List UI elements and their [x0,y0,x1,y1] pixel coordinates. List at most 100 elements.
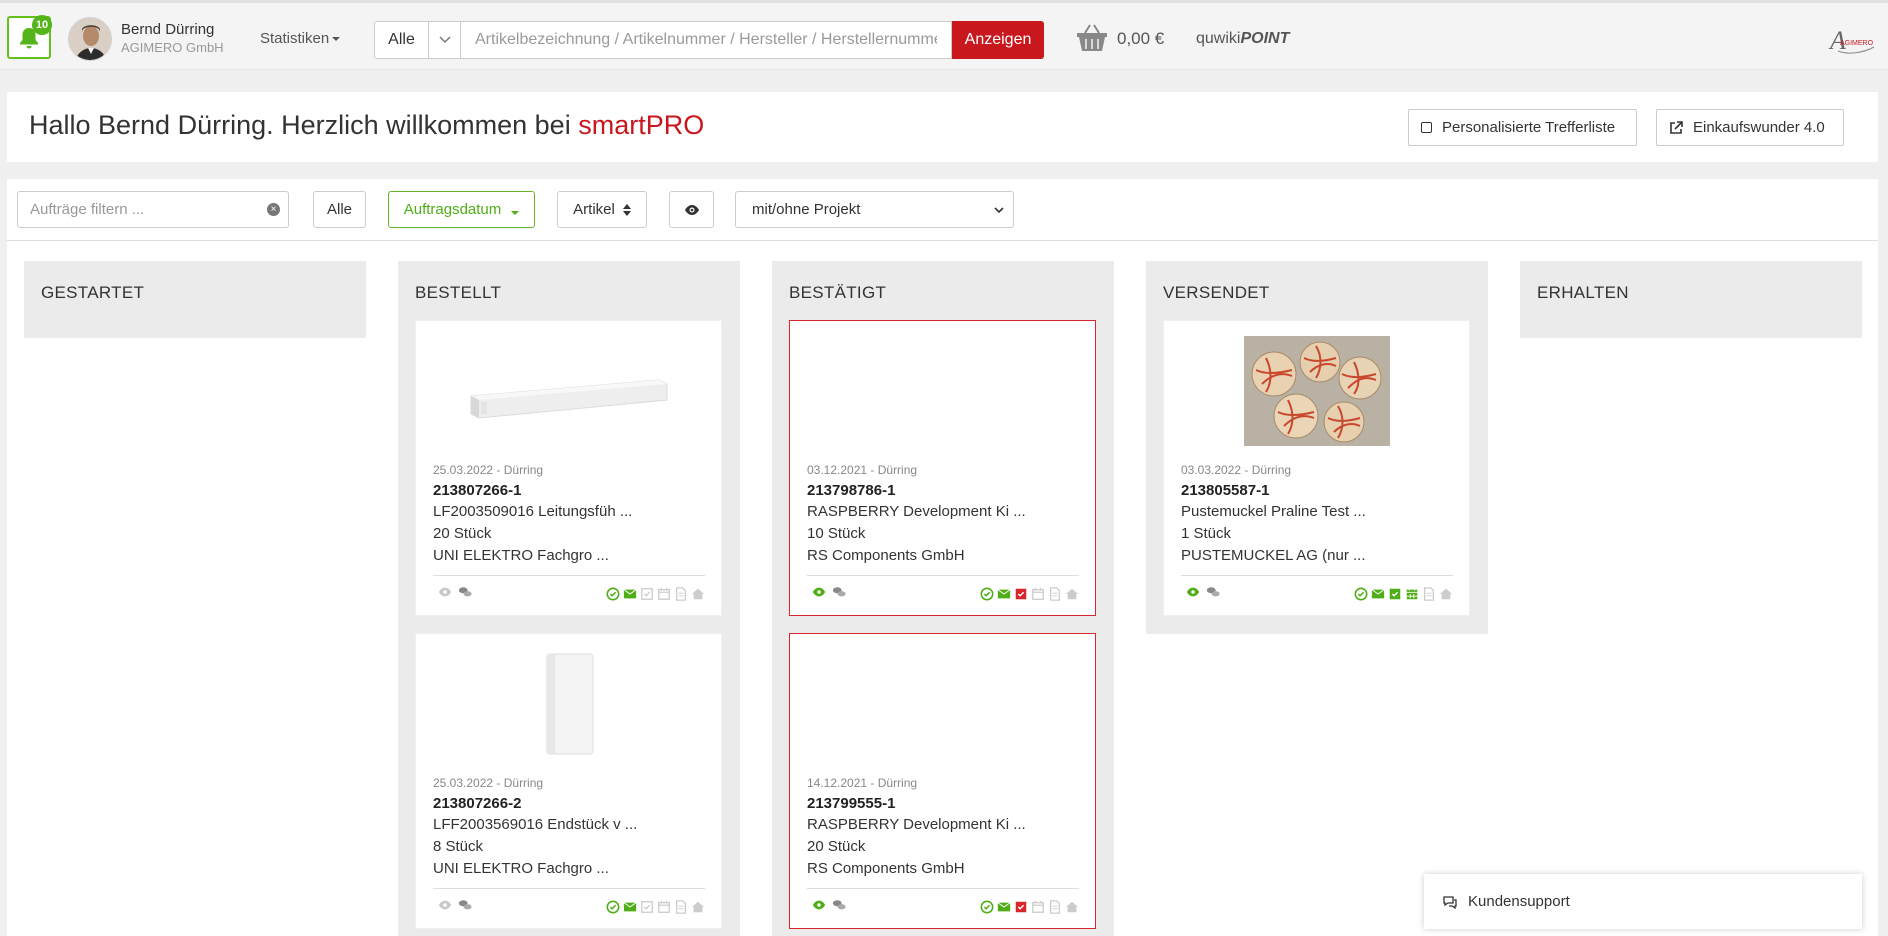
status-icons [606,900,705,914]
customer-support-widget[interactable]: Kundensupport [1424,874,1862,929]
clear-filter-icon[interactable]: × [267,203,280,216]
eye-icon[interactable] [1186,585,1200,599]
visibility-toggle-button[interactable] [669,191,714,228]
order-meta: 03.12.2021 - Dürring [807,463,918,477]
eye-icon [684,204,699,215]
divider [433,888,705,889]
document-icon [675,900,687,914]
comments-icon [1443,895,1457,909]
home-icon [691,901,705,913]
filter-bar: × Alle Auftragsdatum Artikel mit/ohne Pr… [7,179,1878,241]
product-description: LF2003509016 Leitungsfüh ... [433,503,633,520]
project-select-value: mit/ohne Projekt [752,201,861,218]
comments-icon[interactable] [458,585,472,599]
welcome-heading: Hallo Bernd Dürring. Herzlich willkommen… [29,110,704,141]
check-square-icon [1015,588,1027,600]
sort-order-date-button[interactable]: Auftragsdatum [388,191,535,228]
quwiki-suffix: POINT [1240,30,1290,47]
check-square-icon [641,588,653,600]
eye-icon[interactable] [438,898,452,912]
envelope-icon [623,902,637,912]
check-square-icon [641,901,653,913]
eye-icon[interactable] [812,585,826,599]
project-select[interactable]: mit/ohne Projekt [735,191,1014,228]
customer-support-label: Kundensupport [1468,893,1570,910]
external-link-icon [1670,120,1683,134]
search-button[interactable]: Anzeigen [952,21,1044,59]
eye-icon[interactable] [812,898,826,912]
filter-all-button[interactable]: Alle [313,191,366,228]
supplier: UNI ELEKTRO Fachgro ... [433,547,609,564]
column-gestartet: GESTARTET [24,261,366,338]
order-card[interactable]: 25.03.2022 - Dürring 213807266-2 LFF2003… [415,633,722,929]
column-title: ERHALTEN [1537,283,1629,302]
comments-icon[interactable] [832,585,846,599]
user-name[interactable]: Bernd Dürring [121,21,214,38]
welcome-text: Hallo Bernd Dürring. Herzlich willkommen… [29,110,579,140]
quantity: 1 Stück [1181,525,1232,542]
product-image [790,649,1095,759]
document-icon [1049,587,1061,601]
column-bestellt: BESTELLT 25.03.2022 - Dürring 213807266-… [398,261,740,936]
notification-count-badge: 10 [32,15,52,35]
supplier: RS Components GmbH [807,547,965,564]
order-number: 213798786-1 [807,482,896,499]
einkaufswunder-button[interactable]: Einkaufswunder 4.0 [1656,109,1844,146]
calendar-icon [658,900,670,913]
check-square-icon [1015,901,1027,913]
envelope-icon [997,589,1011,599]
product-image [1164,336,1469,446]
eye-icon[interactable] [438,585,452,599]
comments-icon[interactable] [832,898,846,912]
card-actions [438,898,472,912]
comments-icon[interactable] [458,898,472,912]
home-icon [1065,901,1079,913]
card-actions [438,585,472,599]
order-card[interactable]: 03.12.2021 - Dürring 213798786-1 RASPBER… [789,320,1096,616]
order-card[interactable]: 03.03.2022 - Dürring 213805587-1 Pustemu… [1163,320,1470,616]
product-image [416,336,721,446]
column-title: GESTARTET [41,283,145,302]
card-actions [812,585,846,599]
column-title: BESTELLT [415,283,502,302]
order-number: 213807266-1 [433,482,522,499]
check-circle-icon [980,587,994,601]
search-scope-dropdown[interactable] [428,21,461,59]
welcome-panel: Hallo Bernd Dürring. Herzlich willkommen… [7,92,1878,162]
statistics-menu[interactable]: Statistiken [260,30,341,47]
checkbox-icon [1421,122,1432,133]
einkaufswunder-label: Einkaufswunder 4.0 [1693,119,1825,136]
cart-amount[interactable]: 0,00 € [1117,29,1164,49]
supplier: UNI ELEKTRO Fachgro ... [433,860,609,877]
logo-text: AGIMERO [1840,40,1874,47]
order-filter-input[interactable] [17,191,289,228]
comments-icon[interactable] [1206,585,1220,599]
column-title: VERSENDET [1163,283,1270,302]
envelope-icon [1371,589,1385,599]
search-input[interactable] [460,21,952,59]
top-bar: 10 Bernd Dürring AGIMERO GmbH Statistike… [0,0,1888,70]
home-icon [1065,588,1079,600]
order-number: 213807266-2 [433,795,522,812]
product-description: Pustemuckel Praline Test ... [1181,503,1366,520]
sort-icon [622,203,631,216]
divider [433,575,705,576]
agimero-logo[interactable]: A AGIMERO [1828,23,1878,57]
search-scope-select[interactable]: Alle [374,21,429,59]
cart-button[interactable] [1076,23,1108,57]
document-icon [675,587,687,601]
calendar-icon [1032,587,1044,600]
sort-article-button[interactable]: Artikel [557,191,647,228]
quwiki-point-link[interactable]: quwikiPOINT [1196,30,1289,48]
column-erhalten: ERHALTEN [1520,261,1862,338]
order-card[interactable]: 25.03.2022 - Dürring 213807266-1 LF20035… [415,320,722,616]
personalized-results-button[interactable]: Personalisierte Trefferliste [1408,109,1637,146]
order-card[interactable]: 14.12.2021 - Dürring 213799555-1 RASPBER… [789,633,1096,929]
envelope-icon [623,589,637,599]
quantity: 10 Stück [807,525,866,542]
order-number: 213799555-1 [807,795,896,812]
avatar[interactable] [68,17,112,61]
supplier: RS Components GmbH [807,860,965,877]
caret-down-icon [332,37,341,42]
personalized-results-label: Personalisierte Trefferliste [1442,119,1616,136]
